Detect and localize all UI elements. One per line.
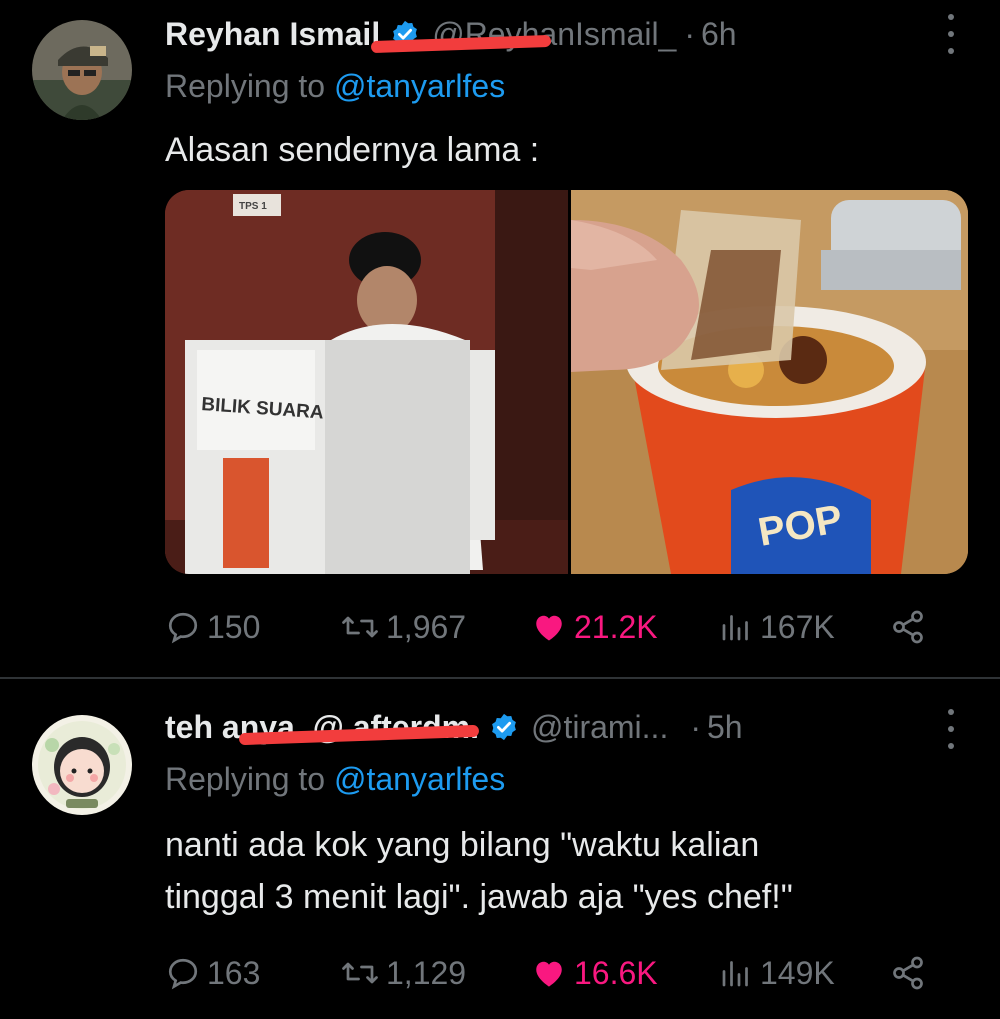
reply-button[interactable]: 150 xyxy=(165,603,260,651)
replying-prefix: Replying to xyxy=(165,761,326,797)
views-count: 149K xyxy=(760,954,835,991)
retweet-icon xyxy=(342,616,378,638)
tweet-actions: 150 1,967 21.2K 167K xyxy=(165,603,950,651)
like-button[interactable]: 21.2K xyxy=(530,603,658,651)
tweet[interactable]: teh anya, @ afterdm. @tirami... · 5h Rep… xyxy=(0,679,1000,1019)
tweet-header: teh anya, @ afterdm. @tirami... · 5h xyxy=(165,705,930,749)
tweet-text: Alasan sendernya lama : xyxy=(165,131,540,169)
voting-booth-photo[interactable]: BILIK SUARA TPS 1 xyxy=(165,190,568,574)
like-count: 21.2K xyxy=(574,608,658,645)
avatar[interactable] xyxy=(32,715,132,815)
views-count: 167K xyxy=(760,608,835,645)
tweet-actions: 163 1,129 16.6K 149K xyxy=(165,949,950,997)
mention-link[interactable]: @tanyarlfes xyxy=(334,68,505,104)
share-button[interactable] xyxy=(890,603,926,651)
heart-icon xyxy=(536,615,562,641)
like-button[interactable]: 16.6K xyxy=(530,949,658,997)
timestamp[interactable]: 5h xyxy=(707,709,743,746)
reply-icon xyxy=(168,612,198,644)
reply-count: 163 xyxy=(207,954,261,991)
views-icon xyxy=(722,615,748,641)
tweet-text: nanti ada kok yang bilang "waktu kalian … xyxy=(165,819,940,923)
reply-count: 150 xyxy=(207,608,261,645)
like-count: 16.6K xyxy=(574,954,658,991)
verified-icon xyxy=(492,713,516,741)
separator-dot: · xyxy=(690,708,701,745)
views-button[interactable]: 149K xyxy=(718,949,835,997)
share-button[interactable] xyxy=(890,949,926,997)
replying-to: Replying to @tanyarlfes xyxy=(165,761,505,798)
replying-prefix: Replying to xyxy=(165,68,326,104)
retweet-button[interactable]: 1,129 xyxy=(340,949,466,997)
separator-dot: · xyxy=(684,15,695,52)
timestamp[interactable]: 6h xyxy=(701,16,737,53)
more-icon[interactable] xyxy=(946,709,956,749)
share-icon xyxy=(893,956,923,990)
tweet-header: Reyhan Ismail @ReyhanIsmail_ · 6h xyxy=(165,12,930,56)
heart-icon xyxy=(536,961,562,987)
views-button[interactable]: 167K xyxy=(718,603,835,651)
replying-to: Replying to @tanyarlfes xyxy=(165,68,505,105)
avatar[interactable] xyxy=(32,20,132,120)
tweet-text-line: nanti ada kok yang bilang "waktu kalian xyxy=(165,826,760,864)
mention-link[interactable]: @tanyarlfes xyxy=(334,761,505,797)
tweet[interactable]: Reyhan Ismail @ReyhanIsmail_ · 6h Replyi… xyxy=(0,0,1000,677)
tps-sign: TPS 1 xyxy=(239,201,267,212)
cup-noodle-photo[interactable]: POP xyxy=(571,190,968,574)
share-icon xyxy=(893,610,923,644)
more-icon[interactable] xyxy=(946,14,956,54)
reply-button[interactable]: 163 xyxy=(165,949,260,997)
user-handle[interactable]: @tirami... xyxy=(531,709,668,746)
retweet-button[interactable]: 1,967 xyxy=(340,603,466,651)
retweet-count: 1,967 xyxy=(386,608,467,645)
views-icon xyxy=(722,961,748,987)
tweet-text-line: tinggal 3 menit lagi". jawab aja "yes ch… xyxy=(165,878,793,916)
display-name[interactable]: Reyhan Ismail xyxy=(165,16,380,53)
retweet-count: 1,129 xyxy=(386,954,467,991)
retweet-icon xyxy=(342,962,378,984)
reply-icon xyxy=(168,958,198,990)
tweet-media[interactable]: BILIK SUARA TPS 1 POP xyxy=(165,190,968,574)
